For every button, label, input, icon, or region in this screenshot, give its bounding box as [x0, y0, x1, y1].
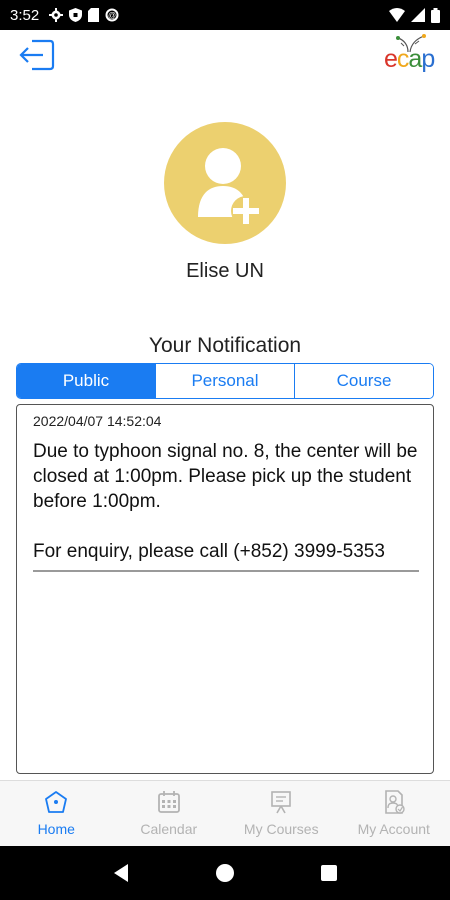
circle-home-icon — [215, 864, 234, 882]
nav-my-courses-label: My Courses — [243, 821, 319, 837]
logo-text: ecap — [384, 45, 435, 73]
notification-timestamp: 2022/04/07 14:52:04 — [33, 413, 162, 429]
add-user-icon — [198, 148, 261, 226]
notification-message: Due to typhoon signal no. 8, the center … — [33, 441, 418, 562]
square-recents-icon — [320, 865, 337, 881]
nav-home-label: Home — [37, 821, 75, 837]
courses-icon — [271, 791, 292, 814]
bottom-tab-bar: Home Calendar My Courses My Account — [0, 780, 450, 846]
nav-calendar[interactable]: Calendar — [113, 781, 226, 846]
user-name: Elise UN — [186, 260, 264, 282]
cell-signal-icon — [411, 8, 425, 22]
back-nav-button[interactable] — [112, 863, 130, 883]
nav-my-account-label: My Account — [357, 821, 430, 837]
logout-icon — [19, 39, 55, 71]
android-nav-bar — [0, 846, 450, 900]
status-bar: 3:52 @ — [0, 0, 450, 30]
tab-public[interactable]: Public — [17, 364, 156, 398]
notification-list[interactable]: 2022/04/07 14:52:04 Due to typhoon signa… — [16, 404, 434, 774]
data-saver-icon: @ — [105, 8, 119, 22]
tab-personal[interactable]: Personal — [156, 364, 295, 398]
nav-my-courses[interactable]: My Courses — [225, 781, 338, 846]
status-time: 3:52 — [10, 6, 40, 24]
recents-nav-button[interactable] — [320, 864, 338, 882]
shield-icon — [69, 8, 83, 22]
logout-button[interactable] — [18, 38, 56, 72]
ecap-logo: ecap — [384, 32, 442, 74]
tab-course[interactable]: Course — [295, 364, 433, 398]
nav-my-account[interactable]: My Account — [338, 781, 450, 846]
nav-home[interactable]: Home — [0, 781, 113, 846]
sd-card-icon — [88, 8, 100, 22]
battery-icon — [431, 7, 440, 23]
notification-title: Your Notification — [148, 334, 302, 357]
home-nav-button[interactable] — [215, 863, 235, 883]
notification-item[interactable]: 2022/04/07 14:52:04 Due to typhoon signa… — [33, 413, 419, 572]
notification-tabs: Public Personal Course — [16, 363, 434, 399]
settings-gear-icon — [49, 8, 64, 22]
home-icon — [45, 791, 68, 813]
account-icon — [384, 790, 405, 814]
calendar-icon — [157, 791, 180, 813]
nav-calendar-label: Calendar — [140, 821, 198, 837]
avatar[interactable] — [164, 122, 286, 244]
wifi-icon — [389, 8, 405, 22]
triangle-back-icon — [114, 864, 129, 882]
svg-text:@: @ — [108, 11, 116, 20]
